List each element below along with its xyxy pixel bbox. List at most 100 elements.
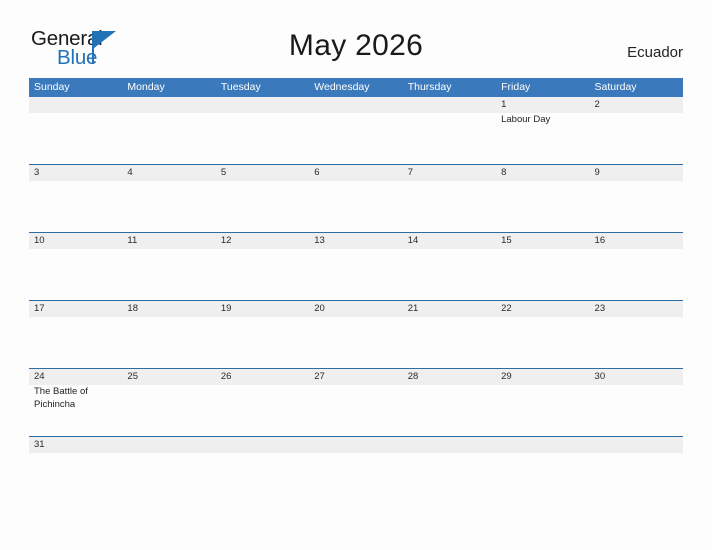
day-event-cell[interactable] <box>29 317 122 368</box>
day-event-cell[interactable] <box>590 181 683 232</box>
day-event-cell[interactable] <box>29 113 122 164</box>
day-number-cell[interactable]: 27 <box>309 369 402 385</box>
day-number-cell[interactable]: 29 <box>496 369 589 385</box>
page-header: General Blue May 2026 Ecuador <box>0 0 712 76</box>
day-event-cell[interactable] <box>496 249 589 300</box>
week-day-numbers: 17 18 19 20 21 22 23 <box>29 301 683 317</box>
day-of-week-saturday: Saturday <box>594 81 637 93</box>
day-number-cell[interactable]: 1 <box>496 97 589 113</box>
day-event-cell[interactable] <box>403 385 496 436</box>
day-number-cell[interactable] <box>216 437 309 453</box>
day-event-cell[interactable] <box>403 113 496 164</box>
day-number-cell[interactable]: 14 <box>403 233 496 249</box>
day-event-cell[interactable] <box>403 181 496 232</box>
day-event-cell[interactable] <box>496 317 589 368</box>
day-number-cell[interactable]: 7 <box>403 165 496 181</box>
day-event-cell[interactable] <box>216 385 309 436</box>
day-event-cell[interactable] <box>590 385 683 436</box>
day-number-cell[interactable]: 21 <box>403 301 496 317</box>
day-event-cell[interactable] <box>122 385 215 436</box>
day-number-cell[interactable]: 26 <box>216 369 309 385</box>
day-event-cell[interactable] <box>590 249 683 300</box>
day-number-cell[interactable]: 9 <box>590 165 683 181</box>
day-event-cell[interactable] <box>309 113 402 164</box>
day-event-cell[interactable] <box>29 453 122 467</box>
calendar-week-row: 17 18 19 20 21 22 23 <box>29 300 683 368</box>
calendar-week-row: 10 11 12 13 14 15 16 <box>29 232 683 300</box>
day-number-cell[interactable]: 11 <box>122 233 215 249</box>
day-event-cell[interactable] <box>496 385 589 436</box>
day-number-cell[interactable]: 12 <box>216 233 309 249</box>
day-event-cell[interactable] <box>590 113 683 164</box>
day-event-cell[interactable]: Labour Day <box>496 113 589 164</box>
day-number-cell[interactable] <box>122 437 215 453</box>
day-number-cell[interactable]: 5 <box>216 165 309 181</box>
day-number-cell[interactable] <box>403 97 496 113</box>
day-event-cell[interactable] <box>122 317 215 368</box>
day-event-cell[interactable] <box>590 453 683 467</box>
calendar-week-row: 31 <box>29 436 683 467</box>
day-number-cell[interactable] <box>122 97 215 113</box>
day-number-cell[interactable] <box>309 97 402 113</box>
day-number-cell[interactable]: 24 <box>29 369 122 385</box>
week-day-events: The Battle of Pichincha <box>29 385 683 436</box>
day-event-cell[interactable] <box>29 249 122 300</box>
day-number-cell[interactable]: 28 <box>403 369 496 385</box>
day-number-cell[interactable]: 6 <box>309 165 402 181</box>
day-number-cell[interactable]: 19 <box>216 301 309 317</box>
day-number-cell[interactable]: 4 <box>122 165 215 181</box>
day-event-cell[interactable] <box>216 113 309 164</box>
calendar-week-row: 24 25 26 27 28 29 30 The Battle of Pichi… <box>29 368 683 436</box>
day-event-cell[interactable] <box>216 317 309 368</box>
day-of-week-tuesday: Tuesday <box>220 81 261 93</box>
day-number-cell[interactable] <box>29 97 122 113</box>
calendar-week-row: 1 2 Labour Day <box>29 97 683 164</box>
day-number-cell[interactable]: 22 <box>496 301 589 317</box>
day-number-cell[interactable]: 31 <box>29 437 122 453</box>
day-event-cell[interactable]: The Battle of Pichincha <box>29 385 122 436</box>
day-number-cell[interactable] <box>403 437 496 453</box>
day-event-cell[interactable] <box>216 181 309 232</box>
day-event-cell[interactable] <box>309 453 402 467</box>
day-number-cell[interactable]: 3 <box>29 165 122 181</box>
day-event-cell[interactable] <box>496 453 589 467</box>
day-event-cell[interactable] <box>29 181 122 232</box>
day-event-cell[interactable] <box>403 249 496 300</box>
day-number-cell[interactable]: 18 <box>122 301 215 317</box>
day-of-week-header: Sunday Monday Tuesday Wednesday Thursday… <box>29 78 683 97</box>
day-event-cell[interactable] <box>403 453 496 467</box>
day-event-cell[interactable] <box>122 113 215 164</box>
day-number-cell[interactable]: 16 <box>590 233 683 249</box>
day-event-cell[interactable] <box>403 317 496 368</box>
day-number-cell[interactable]: 10 <box>29 233 122 249</box>
day-number-cell[interactable]: 20 <box>309 301 402 317</box>
day-number-cell[interactable]: 30 <box>590 369 683 385</box>
day-event-cell[interactable] <box>122 249 215 300</box>
day-event-cell[interactable] <box>122 181 215 232</box>
country-label: Ecuador <box>627 44 683 61</box>
day-number-cell[interactable]: 25 <box>122 369 215 385</box>
day-number-cell[interactable] <box>496 437 589 453</box>
day-number-cell[interactable]: 17 <box>29 301 122 317</box>
day-event-cell[interactable] <box>309 317 402 368</box>
day-number-cell[interactable]: 23 <box>590 301 683 317</box>
day-event-cell[interactable] <box>122 453 215 467</box>
day-number-cell[interactable]: 15 <box>496 233 589 249</box>
day-of-week-thursday: Thursday <box>407 81 452 93</box>
day-number-cell[interactable] <box>309 437 402 453</box>
day-number-cell[interactable]: 8 <box>496 165 589 181</box>
day-number-cell[interactable] <box>590 437 683 453</box>
day-number-cell[interactable]: 13 <box>309 233 402 249</box>
day-event-cell[interactable] <box>216 453 309 467</box>
day-event-cell[interactable] <box>309 385 402 436</box>
week-day-numbers: 1 2 <box>29 97 683 113</box>
day-event-cell[interactable] <box>496 181 589 232</box>
day-of-week-sunday: Sunday <box>34 81 70 93</box>
day-number-cell[interactable] <box>216 97 309 113</box>
day-number-cell[interactable]: 2 <box>590 97 683 113</box>
week-day-events <box>29 249 683 300</box>
day-event-cell[interactable] <box>590 317 683 368</box>
day-event-cell[interactable] <box>216 249 309 300</box>
day-event-cell[interactable] <box>309 181 402 232</box>
day-event-cell[interactable] <box>309 249 402 300</box>
